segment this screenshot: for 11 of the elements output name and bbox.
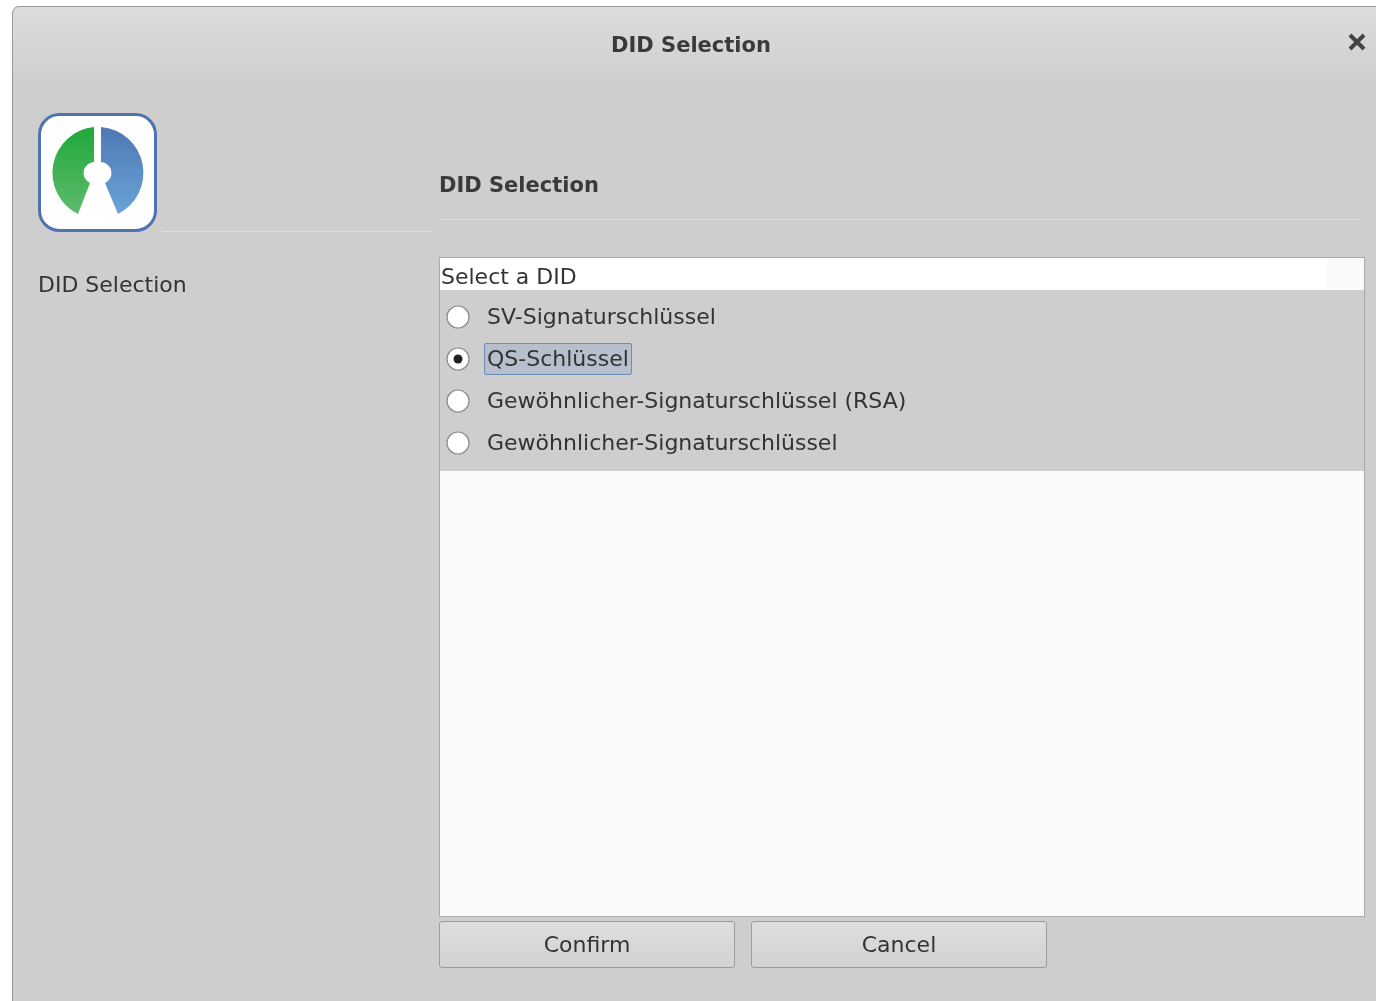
close-icon[interactable] — [1347, 32, 1367, 52]
step-label: DID Selection — [37, 271, 188, 297]
page-heading: DID Selection — [439, 173, 599, 197]
window-title: DID Selection — [611, 33, 771, 57]
dialog-button[interactable]: Confirm — [439, 921, 735, 968]
radio-option[interactable]: Gewöhnlicher-Signaturschlüssel — [446, 422, 841, 464]
dialog-button[interactable]: Cancel — [751, 921, 1047, 968]
radio-option[interactable]: SV-Signaturschlüssel — [446, 296, 719, 338]
keyhole-logo-icon — [38, 113, 157, 232]
group-label: Select a DID — [440, 258, 1327, 290]
radio-option[interactable]: Gewöhnlicher-Signaturschlüssel (RSA) — [446, 380, 910, 422]
